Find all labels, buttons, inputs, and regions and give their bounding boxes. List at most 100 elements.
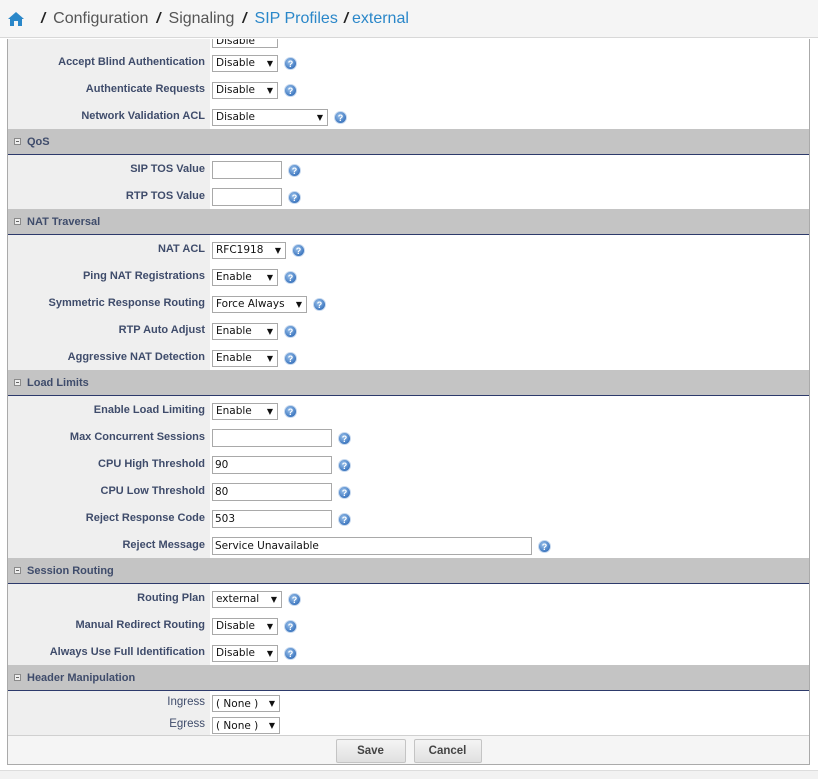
form-row-accept-blind-auth: Accept Blind Authentication Disable ▼ ? bbox=[8, 48, 809, 75]
help-icon[interactable]: ? bbox=[284, 56, 297, 70]
form-row-symmetric-response: Symmetric Response Routing Force Always ▼… bbox=[8, 289, 809, 316]
reject-message-input[interactable]: Service Unavailable bbox=[212, 537, 532, 555]
collapse-icon[interactable] bbox=[14, 674, 21, 681]
settings-panel: Disable Accept Blind Authentication Disa… bbox=[7, 39, 810, 765]
help-icon[interactable]: ? bbox=[288, 163, 301, 177]
section-title: Load Limits bbox=[27, 376, 89, 389]
nat-acl-select[interactable]: RFC1918 ▼ bbox=[212, 241, 286, 259]
field-label: SIP TOS Value bbox=[8, 155, 210, 182]
chevron-down-icon: ▼ bbox=[274, 245, 281, 255]
max-sessions-input[interactable] bbox=[212, 429, 332, 447]
help-icon[interactable]: ? bbox=[284, 404, 297, 418]
form-row-network-validation-acl: Network Validation ACL Disable ▼ ? bbox=[8, 102, 809, 129]
help-icon[interactable]: ? bbox=[338, 458, 351, 472]
breadcrumb-external[interactable]: external bbox=[352, 10, 409, 28]
chevron-down-icon: ▼ bbox=[266, 85, 273, 95]
section-header-session-routing[interactable]: Session Routing bbox=[8, 558, 809, 584]
help-icon[interactable]: ? bbox=[538, 539, 551, 553]
form-row-manual-redirect: Manual Redirect Routing Disable ▼ ? bbox=[8, 611, 809, 638]
partial-select[interactable]: Disable bbox=[212, 39, 278, 48]
breadcrumb: / Configuration / Signaling / SIP Profil… bbox=[0, 0, 818, 38]
field-label: NAT ACL bbox=[8, 235, 210, 262]
help-icon[interactable]: ? bbox=[334, 110, 347, 124]
section-header-nat-traversal[interactable]: NAT Traversal bbox=[8, 209, 809, 235]
help-icon[interactable]: ? bbox=[284, 619, 297, 633]
section-header-load-limits[interactable]: Load Limits bbox=[8, 370, 809, 396]
breadcrumb-separator: / bbox=[41, 10, 46, 27]
form-row-cpu-high: CPU High Threshold 90 ? bbox=[8, 450, 809, 477]
rtp-tos-input[interactable] bbox=[212, 188, 282, 206]
help-icon[interactable]: ? bbox=[292, 243, 305, 257]
collapse-icon[interactable] bbox=[14, 567, 21, 574]
field-label: Network Validation ACL bbox=[8, 102, 210, 129]
form-row-egress: Egress ( None ) ▼ bbox=[8, 713, 809, 735]
form-row-sip-tos: SIP TOS Value ? bbox=[8, 155, 809, 182]
field-label: Max Concurrent Sessions bbox=[8, 423, 210, 450]
cpu-high-input[interactable]: 90 bbox=[212, 456, 332, 474]
form-row-reject-message: Reject Message Service Unavailable ? bbox=[8, 531, 809, 558]
help-icon[interactable]: ? bbox=[284, 83, 297, 97]
breadcrumb-separator: / bbox=[343, 10, 348, 27]
help-icon[interactable]: ? bbox=[284, 646, 297, 660]
form-row-rtp-tos: RTP TOS Value ? bbox=[8, 182, 809, 209]
field-label: Symmetric Response Routing bbox=[8, 289, 210, 316]
help-icon[interactable]: ? bbox=[338, 431, 351, 445]
network-validation-acl-select[interactable]: Disable ▼ bbox=[212, 108, 328, 126]
save-button[interactable]: Save bbox=[335, 738, 406, 763]
help-icon[interactable]: ? bbox=[313, 297, 326, 311]
chevron-down-icon: ▼ bbox=[266, 648, 273, 658]
reject-code-input[interactable]: 503 bbox=[212, 510, 332, 528]
form-row-aggressive-nat: Aggressive NAT Detection Enable ▼ ? bbox=[8, 343, 809, 370]
help-icon[interactable]: ? bbox=[284, 270, 297, 284]
full-identification-select[interactable]: Disable ▼ bbox=[212, 644, 278, 662]
routing-plan-select[interactable]: external ▼ bbox=[212, 590, 282, 608]
help-icon[interactable]: ? bbox=[284, 324, 297, 338]
section-header-qos[interactable]: QoS bbox=[8, 129, 809, 155]
form-row-full-identification: Always Use Full Identification Disable ▼ … bbox=[8, 638, 809, 665]
ping-nat-select[interactable]: Enable ▼ bbox=[212, 268, 278, 286]
collapse-icon[interactable] bbox=[14, 379, 21, 386]
manual-redirect-select[interactable]: Disable ▼ bbox=[212, 617, 278, 635]
collapse-icon[interactable] bbox=[14, 218, 21, 225]
cancel-button[interactable]: Cancel bbox=[413, 738, 482, 763]
aggressive-nat-select[interactable]: Enable ▼ bbox=[212, 349, 278, 367]
section-title: Header Manipulation bbox=[27, 671, 136, 684]
form-row-ingress: Ingress ( None ) ▼ bbox=[8, 691, 809, 713]
chevron-down-icon: ▼ bbox=[316, 112, 323, 122]
help-icon[interactable]: ? bbox=[288, 592, 301, 606]
sip-tos-input[interactable] bbox=[212, 161, 282, 179]
ingress-select[interactable]: ( None ) ▼ bbox=[212, 695, 280, 712]
field-label: RTP Auto Adjust bbox=[8, 316, 210, 343]
help-icon[interactable]: ? bbox=[338, 485, 351, 499]
egress-select[interactable]: ( None ) ▼ bbox=[212, 717, 280, 734]
chevron-down-icon: ▼ bbox=[266, 406, 273, 416]
enable-load-limiting-select[interactable]: Enable ▼ bbox=[212, 402, 278, 420]
breadcrumb-sip-profiles[interactable]: SIP Profiles bbox=[255, 10, 338, 28]
form-row-cpu-low: CPU Low Threshold 80 ? bbox=[8, 477, 809, 504]
collapse-icon[interactable] bbox=[14, 138, 21, 145]
field-label: Routing Plan bbox=[8, 584, 210, 611]
field-label: Reject Message bbox=[8, 531, 210, 558]
rtp-auto-adjust-select[interactable]: Enable ▼ bbox=[212, 322, 278, 340]
chevron-down-icon: ▼ bbox=[266, 621, 273, 631]
section-header-header-manipulation[interactable]: Header Manipulation bbox=[8, 665, 809, 691]
chevron-down-icon: ▼ bbox=[295, 299, 302, 309]
chevron-down-icon: ▼ bbox=[266, 272, 273, 282]
form-row-authenticate-requests: Authenticate Requests Disable ▼ ? bbox=[8, 75, 809, 102]
field-label: Always Use Full Identification bbox=[8, 638, 210, 665]
form-actions: Save Cancel bbox=[8, 735, 809, 764]
accept-blind-auth-select[interactable]: Disable ▼ bbox=[212, 54, 278, 72]
field-label: Manual Redirect Routing bbox=[8, 611, 210, 638]
home-icon[interactable] bbox=[7, 11, 25, 27]
symmetric-response-select[interactable]: Force Always ▼ bbox=[212, 295, 307, 313]
help-icon[interactable]: ? bbox=[288, 190, 301, 204]
breadcrumb-configuration: Configuration bbox=[53, 9, 149, 27]
breadcrumb-separator: / bbox=[156, 10, 161, 27]
help-icon[interactable]: ? bbox=[284, 351, 297, 365]
field-label: Accept Blind Authentication bbox=[8, 48, 210, 75]
cpu-low-input[interactable]: 80 bbox=[212, 483, 332, 501]
breadcrumb-signaling: Signaling bbox=[168, 9, 235, 27]
help-icon[interactable]: ? bbox=[338, 512, 351, 526]
authenticate-requests-select[interactable]: Disable ▼ bbox=[212, 81, 278, 99]
breadcrumb-separator: / bbox=[242, 10, 247, 27]
